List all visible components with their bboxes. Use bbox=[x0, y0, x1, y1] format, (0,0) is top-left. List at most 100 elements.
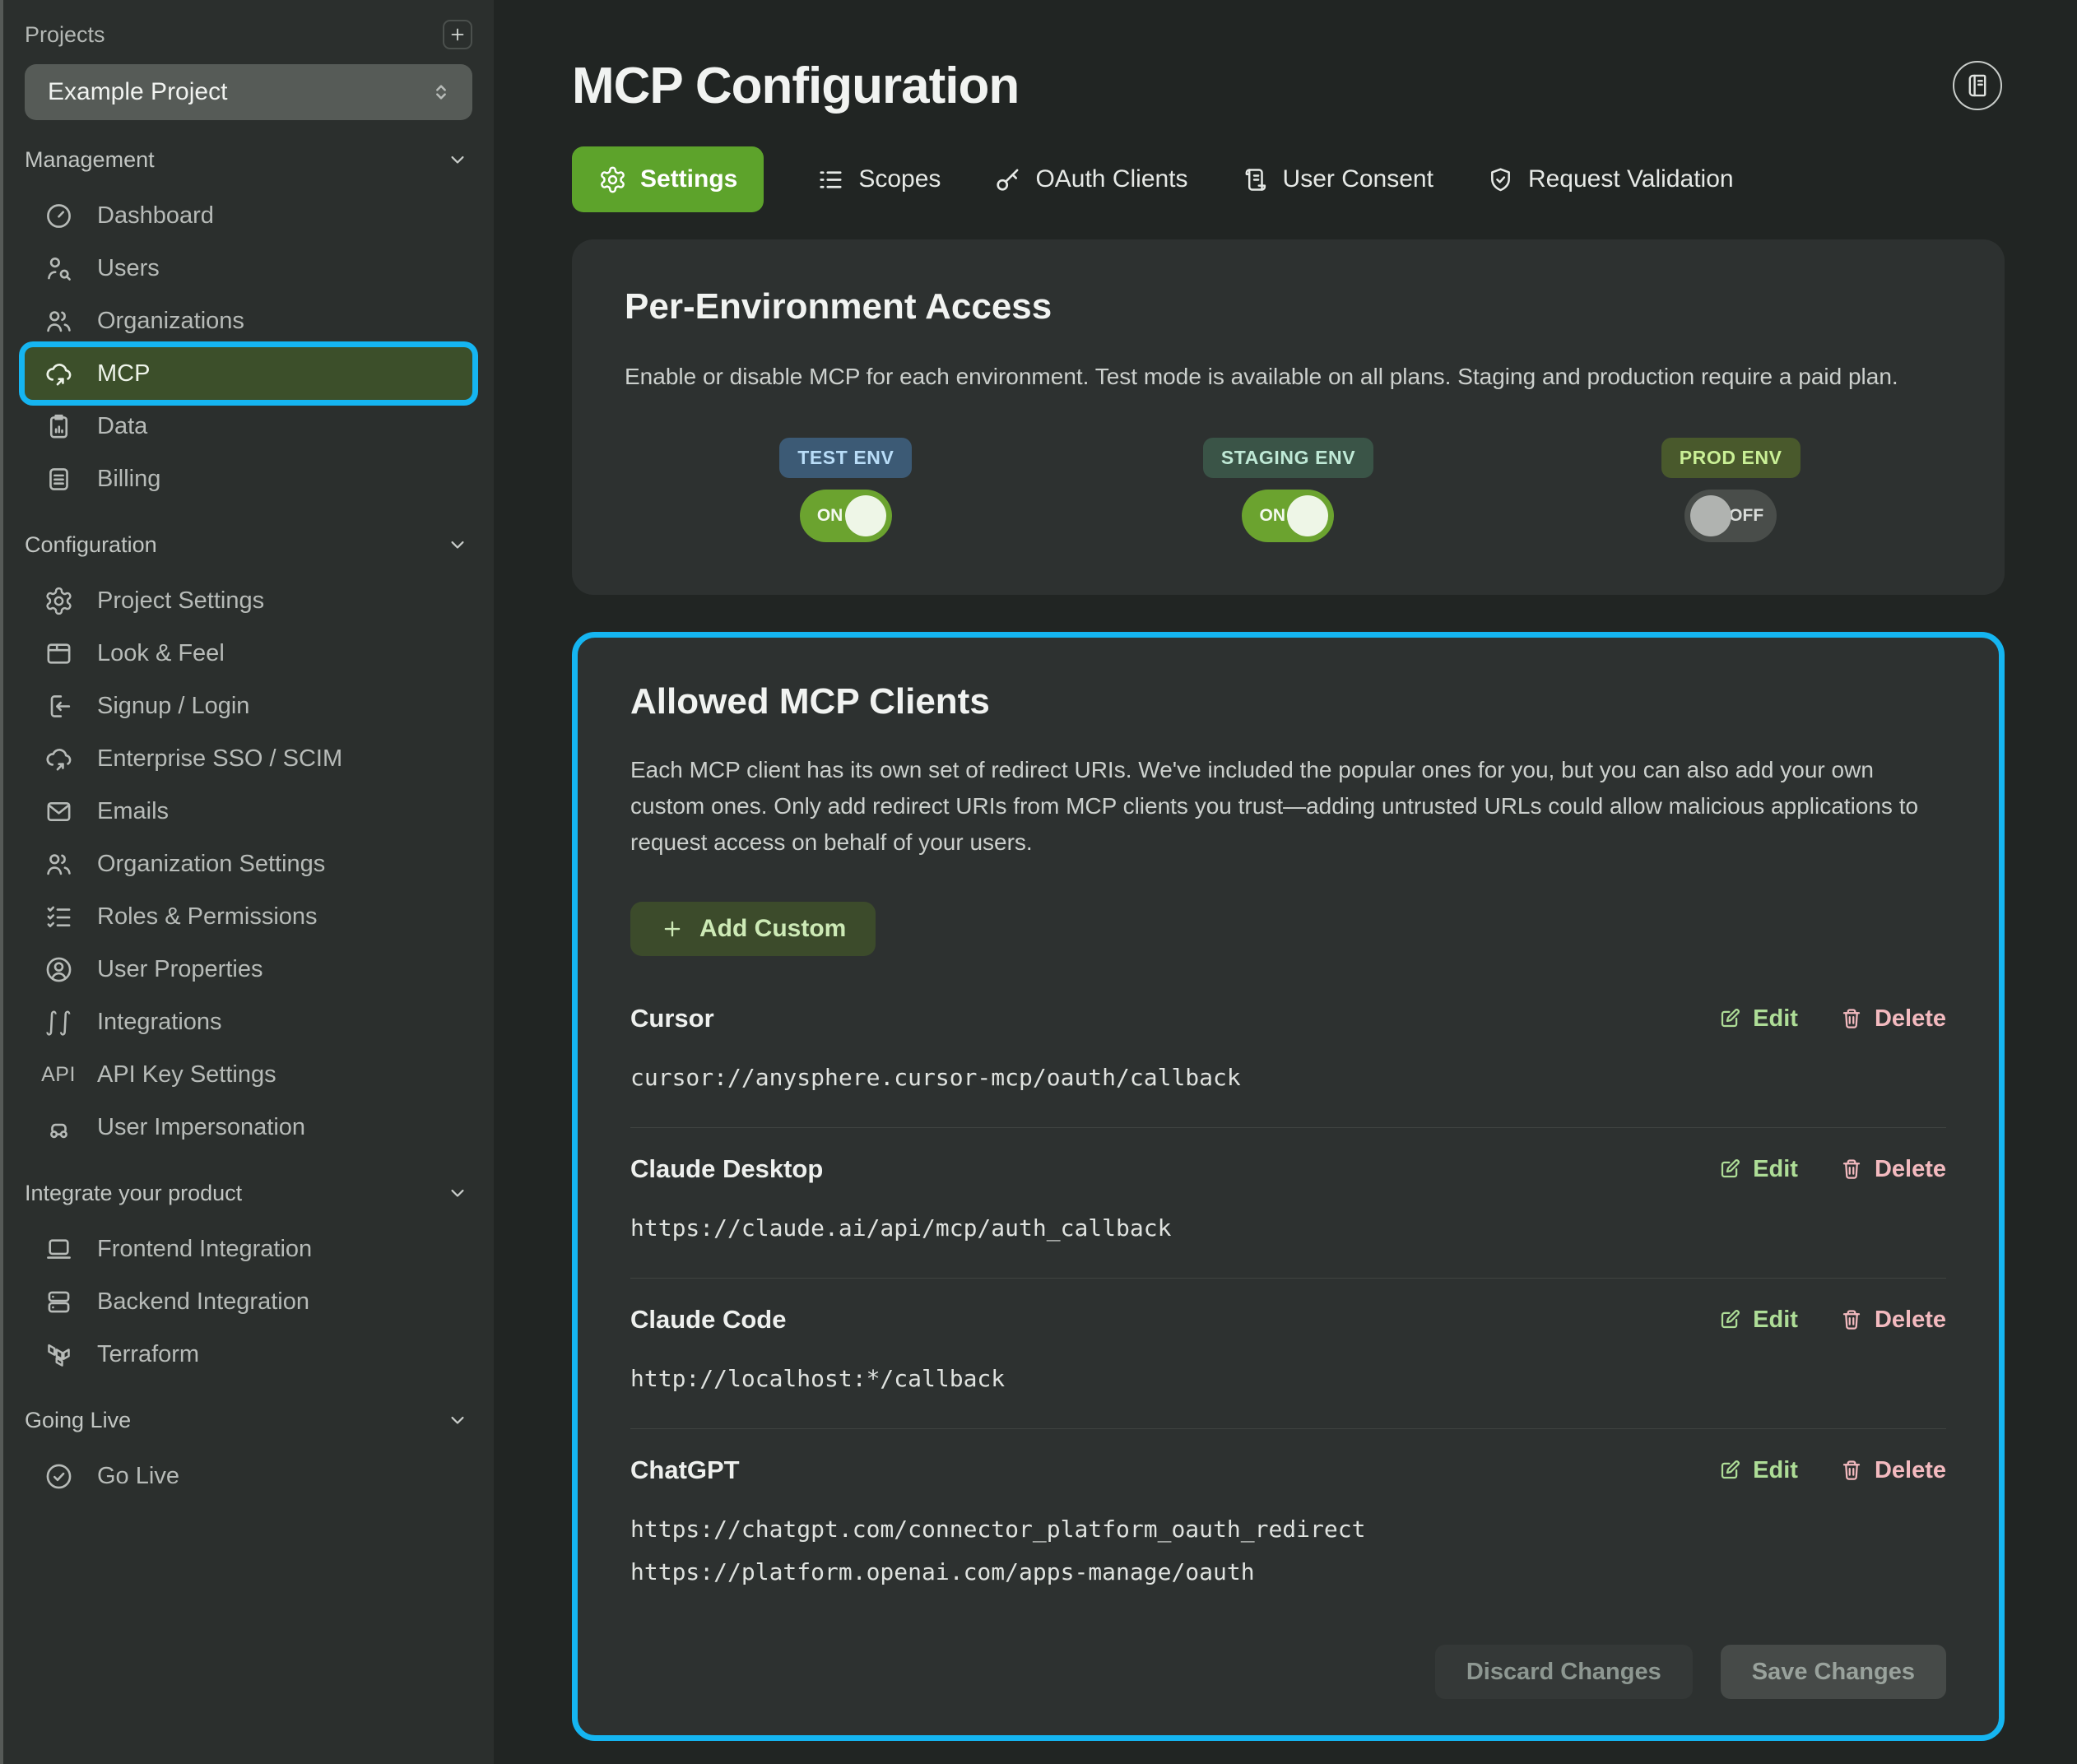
sidebar-item-roles-permissions[interactable]: Roles & Permissions bbox=[25, 890, 472, 943]
tab-scopes[interactable]: Scopes bbox=[816, 146, 941, 212]
test-env-toggle[interactable]: ON bbox=[800, 490, 892, 542]
sidebar-item-signup-login[interactable]: Signup / Login bbox=[25, 680, 472, 732]
sidebar-item-user-properties[interactable]: User Properties bbox=[25, 943, 472, 996]
envelope-icon bbox=[43, 796, 74, 827]
section-header-going-live[interactable]: Going Live bbox=[25, 1404, 472, 1437]
chevron-down-icon bbox=[446, 1181, 469, 1205]
edit-button[interactable]: Edit bbox=[1717, 1307, 1798, 1334]
terraform-icon bbox=[43, 1339, 74, 1370]
pencil-icon bbox=[1717, 1458, 1742, 1483]
clipboard-chart-icon bbox=[43, 411, 74, 442]
staging-env-badge: STAGING ENV bbox=[1203, 438, 1373, 478]
env-prod: PROD ENV OFF bbox=[1661, 438, 1801, 542]
project-select[interactable]: Example Project bbox=[25, 64, 472, 120]
sidebar-section-integrate: Integrate your product Frontend Integrat… bbox=[25, 1177, 472, 1381]
allowed-mcp-clients-card: Allowed MCP Clients Each MCP client has … bbox=[572, 632, 2005, 1741]
trash-icon bbox=[1839, 1307, 1864, 1332]
discard-changes-button[interactable]: Discard Changes bbox=[1435, 1645, 1693, 1699]
sidebar-item-users[interactable]: Users bbox=[25, 242, 472, 295]
sidebar-item-go-live[interactable]: Go Live bbox=[25, 1450, 472, 1502]
tab-user-consent[interactable]: User Consent bbox=[1241, 146, 1433, 212]
prod-env-toggle[interactable]: OFF bbox=[1684, 490, 1777, 542]
per-environment-title: Per-Environment Access bbox=[625, 285, 1952, 328]
sidebar-item-emails[interactable]: Emails bbox=[25, 785, 472, 838]
tab-request-validation[interactable]: Request Validation bbox=[1486, 146, 1734, 212]
sidebar-item-data[interactable]: Data bbox=[25, 400, 472, 453]
redirect-uri: https://claude.ai/api/mcp/auth_callback bbox=[630, 1207, 1946, 1250]
edit-button[interactable]: Edit bbox=[1717, 1457, 1798, 1484]
sidebar-item-frontend-integration[interactable]: Frontend Integration bbox=[25, 1223, 472, 1275]
shield-check-icon bbox=[1486, 165, 1515, 194]
edit-button[interactable]: Edit bbox=[1717, 1156, 1798, 1183]
sidebar-item-dashboard[interactable]: Dashboard bbox=[25, 189, 472, 242]
delete-button[interactable]: Delete bbox=[1839, 1005, 1946, 1033]
env-staging: STAGING ENV ON bbox=[1203, 438, 1373, 542]
gauge-icon bbox=[43, 200, 74, 231]
page-title: MCP Configuration bbox=[572, 58, 2005, 115]
sidebar-item-look-feel[interactable]: Look & Feel bbox=[25, 627, 472, 680]
per-environment-description: Enable or disable MCP for each environme… bbox=[625, 359, 1952, 395]
projects-label: Projects bbox=[25, 22, 105, 48]
toggle-knob bbox=[845, 495, 886, 536]
trash-icon bbox=[1839, 1157, 1864, 1181]
sidebar-item-terraform[interactable]: Terraform bbox=[25, 1328, 472, 1381]
sidebar-item-api-key-settings[interactable]: API API Key Settings bbox=[25, 1048, 472, 1101]
documentation-button[interactable] bbox=[1953, 61, 2002, 110]
allowed-clients-description: Each MCP client has its own set of redir… bbox=[630, 752, 1946, 861]
redirect-uri: http://localhost:*/callback bbox=[630, 1358, 1946, 1400]
delete-button[interactable]: Delete bbox=[1839, 1156, 1946, 1183]
section-header-configuration[interactable]: Configuration bbox=[25, 528, 472, 561]
sidebar-section-going-live: Going Live Go Live bbox=[25, 1404, 472, 1502]
client-name: Claude Desktop bbox=[630, 1154, 823, 1184]
delete-button[interactable]: Delete bbox=[1839, 1457, 1946, 1484]
redirect-uri: https://chatgpt.com/connector_platform_o… bbox=[630, 1508, 1946, 1551]
add-custom-button[interactable]: Add Custom bbox=[630, 902, 876, 956]
toggle-knob bbox=[1287, 495, 1328, 536]
add-project-button[interactable] bbox=[443, 20, 472, 49]
trash-icon bbox=[1839, 1458, 1864, 1483]
sidebar-item-organization-settings[interactable]: Organization Settings bbox=[25, 838, 472, 890]
chevron-down-icon bbox=[446, 1409, 469, 1432]
key-icon bbox=[993, 165, 1022, 194]
sidebar-item-backend-integration[interactable]: Backend Integration bbox=[25, 1275, 472, 1328]
form-actions: Discard Changes Save Changes bbox=[630, 1645, 1946, 1699]
plus-icon bbox=[448, 25, 467, 44]
sidebar-item-organizations[interactable]: Organizations bbox=[25, 295, 472, 347]
chevron-up-down-icon bbox=[428, 79, 454, 105]
sidebar-item-integrations[interactable]: ∫∫ Integrations bbox=[25, 996, 472, 1048]
cloud-share-icon bbox=[43, 743, 74, 774]
check-circle-icon bbox=[43, 1460, 74, 1492]
delete-button[interactable]: Delete bbox=[1839, 1307, 1946, 1334]
integral-icon: ∫∫ bbox=[43, 1006, 74, 1038]
user-circle-icon bbox=[43, 954, 74, 985]
pencil-icon bbox=[1717, 1157, 1742, 1181]
client-name: Claude Code bbox=[630, 1305, 786, 1335]
tab-settings[interactable]: Settings bbox=[572, 146, 764, 212]
sidebar-item-billing[interactable]: Billing bbox=[25, 453, 472, 505]
tab-oauth-clients[interactable]: OAuth Clients bbox=[993, 146, 1187, 212]
sidebar: Projects Example Project Management Dash… bbox=[0, 0, 494, 1764]
sidebar-item-enterprise-sso[interactable]: Enterprise SSO / SCIM bbox=[25, 732, 472, 785]
browser-window-icon bbox=[43, 638, 74, 669]
gear-icon bbox=[43, 585, 74, 616]
save-changes-button[interactable]: Save Changes bbox=[1721, 1645, 1946, 1699]
list-icon bbox=[816, 165, 845, 194]
pencil-icon bbox=[1717, 1006, 1742, 1031]
client-row-chatgpt: ChatGPT Edit Delete https://chatgpt.com/… bbox=[630, 1429, 1946, 1622]
sidebar-item-project-settings[interactable]: Project Settings bbox=[25, 574, 472, 627]
main-content: MCP Configuration Settings Scopes OAuth … bbox=[494, 0, 2077, 1764]
login-icon bbox=[43, 690, 74, 722]
cloud-share-icon bbox=[43, 358, 74, 389]
staging-env-toggle[interactable]: ON bbox=[1242, 490, 1334, 542]
edit-button[interactable]: Edit bbox=[1717, 1005, 1798, 1033]
window-scrollbar[interactable] bbox=[0, 0, 3, 1764]
sidebar-item-mcp[interactable]: MCP bbox=[25, 347, 472, 400]
api-icon: API bbox=[43, 1059, 74, 1090]
section-header-management[interactable]: Management bbox=[25, 143, 472, 176]
incognito-icon bbox=[43, 1112, 74, 1143]
section-header-integrate[interactable]: Integrate your product bbox=[25, 1177, 472, 1209]
server-icon bbox=[43, 1286, 74, 1317]
redirect-uri: https://platform.openai.com/apps-manage/… bbox=[630, 1551, 1946, 1594]
sidebar-item-user-impersonation[interactable]: User Impersonation bbox=[25, 1101, 472, 1154]
chevron-down-icon bbox=[446, 148, 469, 171]
